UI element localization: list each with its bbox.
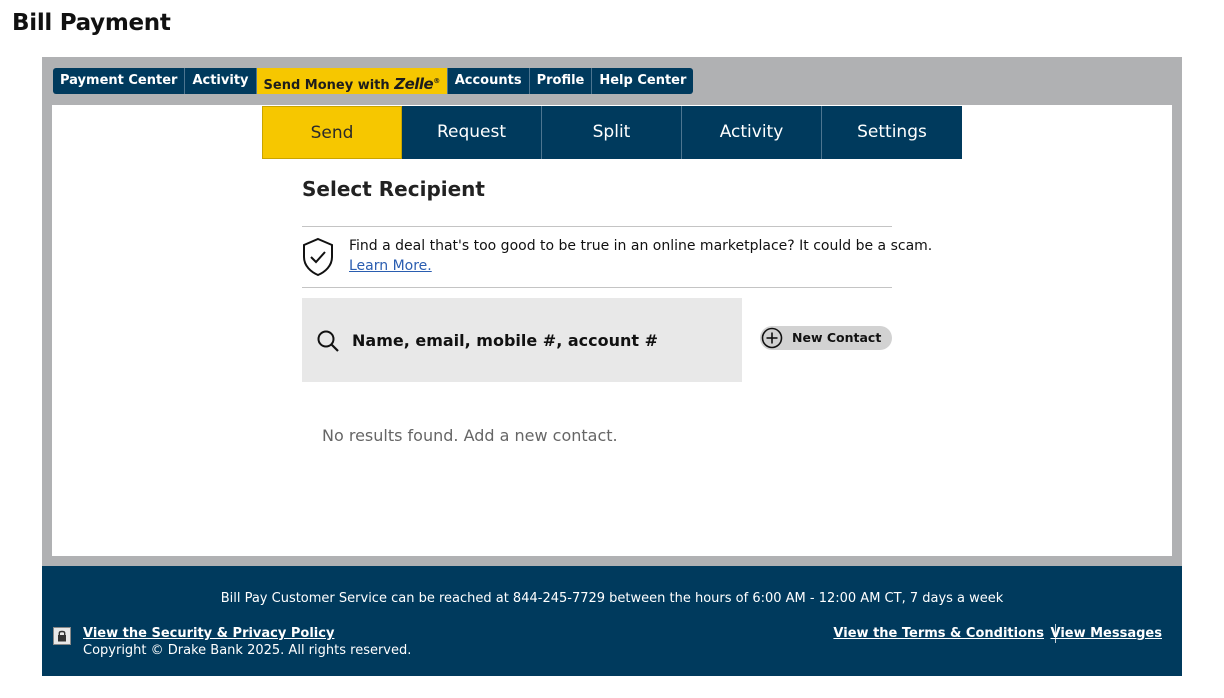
- alert-message: Find a deal that's too good to be true i…: [349, 238, 933, 254]
- plus-circle-icon: [761, 327, 783, 349]
- security-privacy-link[interactable]: View the Security & Privacy Policy: [83, 626, 334, 641]
- new-contact-button[interactable]: New Contact: [760, 326, 892, 350]
- nav-send-money-zelle[interactable]: Send Money with Zelle®: [256, 68, 448, 94]
- zelle-tabs: Send Request Split Activity Settings: [262, 106, 962, 159]
- nav-help-center[interactable]: Help Center: [592, 68, 694, 94]
- terms-conditions-link[interactable]: View the Terms & Conditions: [833, 626, 1044, 641]
- recipient-section: Select Recipient Find a deal that's too …: [302, 177, 932, 445]
- copyright-text: Copyright © Drake Bank 2025. All rights …: [83, 643, 412, 658]
- nav-accounts[interactable]: Accounts: [447, 68, 530, 94]
- nav-profile[interactable]: Profile: [529, 68, 593, 94]
- tab-request[interactable]: Request: [402, 106, 542, 159]
- tab-settings[interactable]: Settings: [822, 106, 962, 159]
- app-frame: Payment Center Activity Send Money with …: [42, 57, 1182, 566]
- page-title: Bill Payment: [12, 10, 171, 36]
- empty-state-message: No results found. Add a new contact.: [322, 426, 618, 445]
- search-box: [302, 298, 742, 382]
- tab-send[interactable]: Send: [262, 106, 402, 159]
- top-navigation: Payment Center Activity Send Money with …: [53, 68, 694, 94]
- nav-activity[interactable]: Activity: [185, 68, 257, 94]
- tab-activity[interactable]: Activity: [682, 106, 822, 159]
- search-icon: [317, 330, 339, 352]
- lock-icon: [53, 627, 71, 645]
- content-panel: Send Request Split Activity Settings Sel…: [52, 105, 1172, 556]
- learn-more-link[interactable]: Learn More.: [349, 258, 432, 274]
- nav-send-money-label: Send Money with: [263, 78, 390, 93]
- nav-payment-center[interactable]: Payment Center: [53, 68, 186, 94]
- new-contact-label: New Contact: [792, 330, 882, 345]
- scam-alert: Find a deal that's too good to be true i…: [302, 226, 932, 288]
- zelle-logo: Zelle®: [394, 75, 440, 93]
- search-row: New Contact: [302, 298, 892, 382]
- customer-service-text: Bill Pay Customer Service can be reached…: [220, 591, 1004, 606]
- view-messages-link[interactable]: View Messages: [1050, 626, 1162, 641]
- tab-split[interactable]: Split: [542, 106, 682, 159]
- shield-check-icon: [303, 237, 333, 277]
- section-title: Select Recipient: [302, 177, 485, 201]
- footer: Bill Pay Customer Service can be reached…: [42, 566, 1182, 676]
- recipient-search-input[interactable]: [352, 326, 722, 354]
